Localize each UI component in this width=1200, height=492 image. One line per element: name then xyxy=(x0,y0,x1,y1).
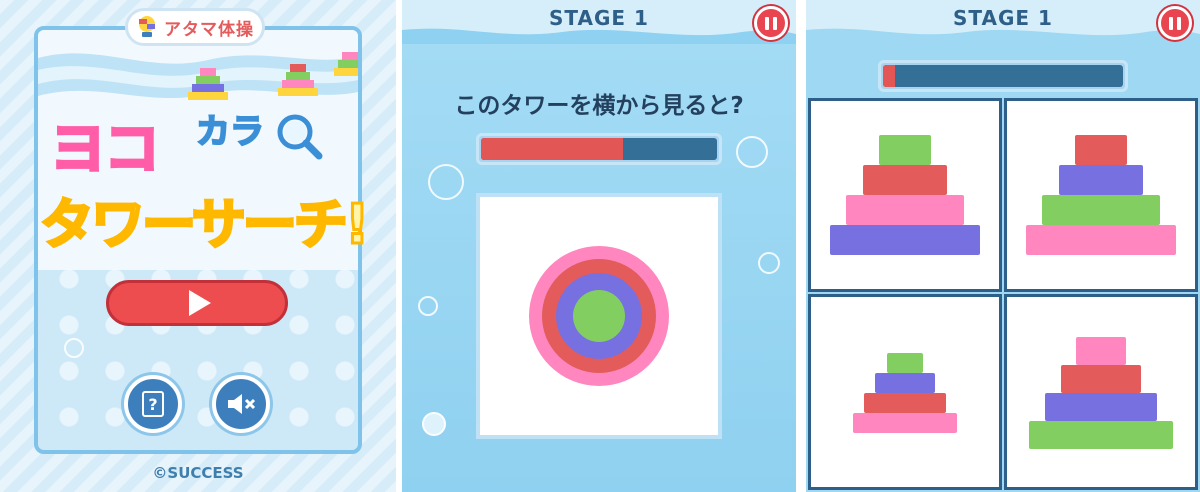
title-screen: アタマ体操 ヨコ カラ タワーサーチ! ? ©SUCCESS xyxy=(0,0,396,492)
bubble-decoration xyxy=(422,412,446,436)
pause-icon-bar-right xyxy=(1177,16,1181,30)
tower-tier-pink xyxy=(1026,225,1176,255)
screenshot-collage: アタマ体操 ヨコ カラ タワーサーチ! ? ©SUCCESS STAGE 1 こ… xyxy=(0,0,1200,492)
tower-tier-red xyxy=(1075,135,1127,165)
stage-header: STAGE 1 xyxy=(806,0,1200,44)
tower-tier-purple xyxy=(830,225,980,255)
question-screen: STAGE 1 このタワーを横から見ると? xyxy=(402,0,796,492)
timer-fill xyxy=(883,65,895,87)
pause-button[interactable] xyxy=(1158,6,1192,40)
bubble-decoration xyxy=(758,252,780,274)
answer-choice-3[interactable] xyxy=(808,294,1002,490)
brand-name: アタマ体操 xyxy=(164,19,254,40)
stage-label: STAGE 1 xyxy=(953,6,1053,30)
bubble-decoration xyxy=(428,164,464,200)
lightbulb-icon xyxy=(139,16,155,37)
pause-icon-bar-left xyxy=(1169,16,1173,30)
tower-top-view xyxy=(529,246,669,386)
tower-tier-purple xyxy=(1045,393,1157,421)
bubble-decoration xyxy=(736,136,768,168)
timer-bar xyxy=(476,133,722,165)
wave-decoration xyxy=(402,28,796,44)
play-button[interactable] xyxy=(106,280,288,326)
tower-tier-pink xyxy=(1076,337,1126,365)
tower-tier-pink xyxy=(853,413,957,433)
tower-tier-red xyxy=(864,393,946,413)
tower-tier-green xyxy=(879,135,931,165)
side-view-tower xyxy=(830,135,980,255)
tower-ring-green xyxy=(573,290,625,342)
tower-tier-green xyxy=(1029,421,1173,449)
stage-label: STAGE 1 xyxy=(549,6,649,30)
copyright-text: ©SUCCESS xyxy=(152,464,244,482)
tower-tier-green xyxy=(1042,195,1160,225)
answer-screen: STAGE 1 xyxy=(806,0,1200,492)
timer-fill xyxy=(481,138,623,160)
play-icon xyxy=(189,290,211,316)
brand-logo: アタマ体操 xyxy=(125,8,265,46)
timer-track xyxy=(481,138,717,160)
game-title-line1-small: カラ xyxy=(195,111,265,153)
tower-tier-purple xyxy=(1059,165,1143,195)
pause-icon-bar-left xyxy=(765,16,769,30)
panel-divider xyxy=(796,0,806,492)
tower-tier-pink xyxy=(846,195,964,225)
question-text: このタワーを横から見ると? xyxy=(454,93,744,119)
sound-muted-icon xyxy=(228,394,256,414)
game-title-line2: タワーサーチ! xyxy=(39,192,372,258)
tower-tier-red xyxy=(1061,365,1141,393)
help-book-icon: ? xyxy=(142,391,164,417)
pause-button[interactable] xyxy=(754,6,788,40)
timer-track xyxy=(883,65,1123,87)
stage-header: STAGE 1 xyxy=(402,0,796,44)
side-view-tower xyxy=(1029,337,1173,449)
timer-bar xyxy=(878,60,1128,92)
side-view-tower xyxy=(853,353,957,433)
answer-choice-1[interactable] xyxy=(808,98,1002,292)
answer-choice-4[interactable] xyxy=(1004,294,1198,490)
magnifier-icon xyxy=(277,114,323,160)
pause-icon-bar-right xyxy=(773,16,777,30)
help-button[interactable]: ? xyxy=(124,375,182,433)
answer-choice-2[interactable] xyxy=(1004,98,1198,292)
top-view-image xyxy=(476,193,722,439)
mute-button[interactable] xyxy=(212,375,270,433)
game-title-line1: ヨコ xyxy=(49,116,162,184)
tower-tier-purple xyxy=(875,373,935,393)
tower-tier-green xyxy=(887,353,923,373)
bubble-decoration xyxy=(64,338,84,358)
bubble-decoration xyxy=(418,296,438,316)
side-view-tower xyxy=(1026,135,1176,255)
tower-tier-red xyxy=(863,165,947,195)
